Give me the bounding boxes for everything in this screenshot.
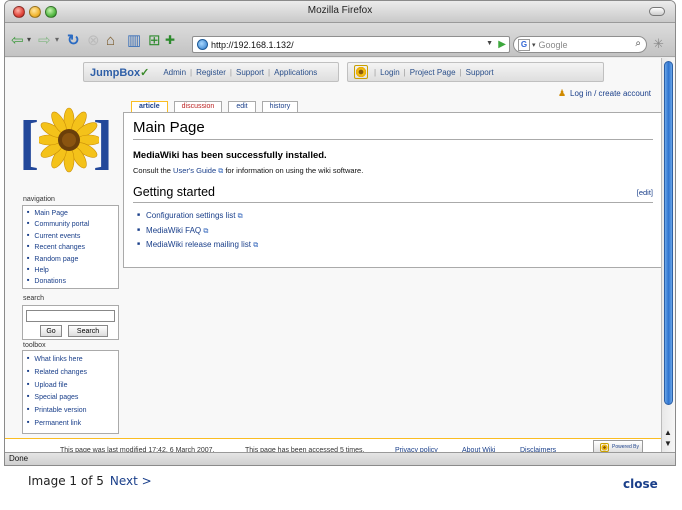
list-item[interactable]: Configuration settings list ⧉ <box>137 211 258 226</box>
forward-icon[interactable]: ⇨ <box>38 30 51 50</box>
app-project-page-link[interactable]: Project Page <box>406 68 460 77</box>
article-content: Main Page MediaWiki has been successfull… <box>123 112 661 268</box>
login-area: ♟ Log in / create account <box>558 88 651 99</box>
close-link[interactable]: close <box>623 477 658 491</box>
external-link-icon: ⧉ <box>203 227 209 235</box>
activity-spinner-icon: ✳ <box>653 36 664 51</box>
section-heading: Getting started <box>133 185 215 199</box>
url-input[interactable]: http://192.168.1.132/ ▼ ▶ <box>192 36 510 53</box>
gallery-caption: Image 1 of 5 Next > <box>28 474 152 488</box>
logo-right-bracket: ] <box>93 109 113 175</box>
page-title: Main Page <box>133 119 205 136</box>
sidebar-item-donations[interactable]: Donations <box>27 277 118 288</box>
mediawiki-mini-logo-icon <box>354 65 368 79</box>
jumpbox-logo[interactable]: JumpBox✓ <box>90 66 149 79</box>
search-engine-placeholder: Google <box>538 39 568 50</box>
toolbox-item-printable-version[interactable]: Printable version <box>27 406 118 419</box>
search-button[interactable]: Search <box>68 325 108 337</box>
sidebar-item-community-portal[interactable]: Community portal <box>27 220 118 231</box>
back-dropdown-icon[interactable]: ▾ <box>27 30 31 50</box>
vertical-scrollbar[interactable]: ▲ ▼ <box>661 58 675 454</box>
mediawiki-badge-icon <box>600 442 610 452</box>
go-button[interactable]: Go <box>40 325 62 337</box>
app-login-link[interactable]: Login <box>376 68 404 77</box>
jumpbox-check-icon: ✓ <box>140 66 150 79</box>
app-support-link[interactable]: Support <box>462 68 498 77</box>
toolbox-item-special-pages[interactable]: Special pages <box>27 393 118 406</box>
list-item[interactable]: MediaWiki release mailing list ⧉ <box>137 240 258 255</box>
jumpbox-bar: JumpBox✓ Admin | Register | Support | Appli… <box>83 62 339 82</box>
section-divider <box>133 202 653 203</box>
jumpbox-applications-link[interactable]: Applications <box>270 68 321 77</box>
toolbox-item-what-links-here[interactable]: What links here <box>27 355 118 368</box>
sidebar-item-current-events[interactable]: Current events <box>27 232 118 243</box>
external-link-icon: ⧉ <box>253 242 259 249</box>
status-text: Done <box>9 454 29 463</box>
search-input[interactable] <box>26 310 115 322</box>
refresh-feed-icon[interactable]: ✚ <box>165 30 175 50</box>
sidebar-item-recent-changes[interactable]: Recent changes <box>27 243 118 254</box>
toolbox-item-related-changes[interactable]: Related changes <box>27 368 118 381</box>
getting-started-list: Configuration settings list ⧉ MediaWiki … <box>137 211 258 255</box>
home-icon[interactable]: ⌂ <box>106 30 115 50</box>
install-success-text: MediaWiki has been successfully installe… <box>133 150 327 161</box>
window-title: Mozilla Firefox <box>307 5 373 16</box>
go-arrow-icon[interactable]: ▶ <box>498 39 506 50</box>
back-icon[interactable]: ⇦ <box>11 30 24 50</box>
sidebar-item-random-page[interactable]: Random page <box>27 255 118 266</box>
logo-left-bracket: [ <box>19 109 39 175</box>
image-counter: Image 1 of 5 <box>28 474 104 488</box>
toolbox-item-upload-file[interactable]: Upload file <box>27 381 118 394</box>
sidebar-item-help[interactable]: Help <box>27 266 118 277</box>
next-link[interactable]: Next > <box>110 474 152 488</box>
search-title: search <box>23 295 45 302</box>
list-item[interactable]: MediaWiki FAQ ⧉ <box>137 226 258 241</box>
bookmarks-icon[interactable]: ▥ <box>127 30 141 50</box>
scrollbar-thumb[interactable] <box>664 61 673 405</box>
status-bar: Done <box>5 452 675 465</box>
stop-icon[interactable]: ⊗ <box>87 30 100 50</box>
navigation-portlet: Main Page Community portal Current event… <box>22 205 119 289</box>
reload-icon[interactable]: ↻ <box>67 30 80 50</box>
user-icon: ♟ <box>557 88 567 98</box>
login-link[interactable]: Log in / create account <box>570 89 651 98</box>
navigation-title: navigation <box>23 196 55 203</box>
search-icon[interactable]: ⌕ <box>635 38 641 49</box>
section-edit-link[interactable]: [edit] <box>637 188 653 197</box>
add-bookmark-icon[interactable]: ⊞ <box>148 30 161 50</box>
page-viewport: JumpBox✓ Admin | Register | Support | Appli… <box>5 58 661 454</box>
jumpbox-register-link[interactable]: Register <box>192 68 230 77</box>
google-engine-icon[interactable]: G <box>518 38 530 51</box>
consult-text: Consult the User's Guide ⧉ for informati… <box>133 166 364 175</box>
browser-window: Mozilla Firefox ⇦ ▾ ⇨ ▾ ↻ ⊗ ⌂ ▥ ⊞ ✚ http… <box>4 0 676 466</box>
toolbar-toggle-icon[interactable] <box>649 7 665 16</box>
url-text: http://192.168.1.132/ <box>211 39 294 50</box>
site-globe-icon <box>197 39 208 50</box>
toolbox-portlet: What links here Related changes Upload f… <box>22 350 119 434</box>
search-portlet: Go Search <box>22 305 119 340</box>
jumpbox-admin-link[interactable]: Admin <box>159 68 190 77</box>
title-divider <box>133 139 653 140</box>
forward-dropdown-icon[interactable]: ▾ <box>55 30 59 50</box>
engine-dropdown-icon[interactable]: ▾ <box>532 41 536 49</box>
title-bar: Mozilla Firefox <box>5 1 675 23</box>
sidebar-item-main-page[interactable]: Main Page <box>27 209 118 220</box>
scroll-down-arrow-icon[interactable]: ▼ <box>664 439 672 448</box>
search-engine-input[interactable]: G ▾ Google ⌕ <box>513 36 647 53</box>
toolbox-item-permanent-link[interactable]: Permanent link <box>27 419 118 432</box>
sunflower-icon <box>39 107 99 173</box>
toolbox-title: toolbox <box>23 342 46 349</box>
nav-toolbar: ⇦ ▾ ⇨ ▾ ↻ ⊗ ⌂ ▥ ⊞ ✚ http://192.168.1.132… <box>5 23 675 57</box>
scroll-up-arrow-icon[interactable]: ▲ <box>664 428 672 437</box>
jumpbox-support-link[interactable]: Support <box>232 68 268 77</box>
app-bar: | Login | Project Page | Support <box>347 62 604 82</box>
external-link-icon: ⧉ <box>237 213 243 220</box>
users-guide-link[interactable]: User's Guide <box>173 166 216 175</box>
url-dropdown-icon[interactable]: ▼ <box>486 40 493 47</box>
wiki-logo[interactable]: [] <box>19 104 119 184</box>
